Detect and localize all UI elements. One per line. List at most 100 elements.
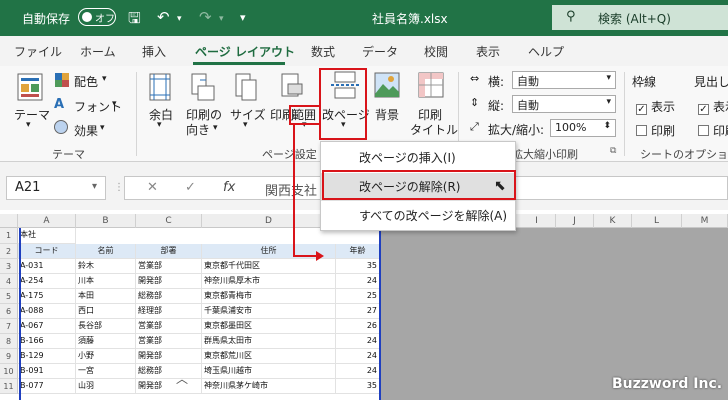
row-header[interactable]: 11 [0, 379, 18, 394]
margins-icon [149, 73, 171, 101]
orientation-dropdown-icon: ▾ [213, 123, 218, 133]
redo-icon[interactable]: ↷ [199, 8, 212, 26]
column-header[interactable]: L [632, 214, 682, 228]
autosave-label: 自動保存 [22, 12, 71, 26]
effects-label: 効果 [74, 124, 99, 138]
themes-label: テーマ [14, 108, 51, 122]
tab-view[interactable]: 表示 [476, 43, 500, 60]
row-header[interactable]: 4 [0, 274, 18, 289]
column-header[interactable]: K [594, 214, 632, 228]
worksheet-grid: A B C D E I J K L M 1 2 3 4 5 6 7 8 9 10… [0, 210, 728, 400]
tab-formulas[interactable]: 数式 [311, 43, 335, 60]
column-header[interactable]: J [556, 214, 594, 228]
drag-handle-icon[interactable]: ⋮ [114, 182, 124, 193]
row-header[interactable]: 8 [0, 334, 18, 349]
themes-group-label: テーマ [52, 148, 85, 161]
enter-icon[interactable]: ✓ [185, 180, 196, 195]
gridlines-print-checkbox[interactable]: 印刷 [636, 122, 675, 139]
headings-label: 見出し [694, 75, 728, 89]
row-header[interactable]: 6 [0, 304, 18, 319]
height-value: 自動 [517, 99, 539, 112]
empty-checkbox [698, 125, 709, 136]
effects-icon [54, 120, 68, 134]
row-header[interactable]: 7 [0, 319, 18, 334]
scale-label: 拡大/縮小: [488, 123, 545, 137]
height-select[interactable]: 自動 ▾ [512, 95, 616, 113]
print-titles-icon [418, 72, 444, 98]
size-icon [235, 73, 257, 101]
themes-icon [17, 73, 43, 101]
name-box[interactable]: A21 ▾ [6, 176, 106, 200]
cancel-icon[interactable]: ✕ [147, 180, 158, 195]
background-icon [374, 72, 400, 98]
width-select[interactable]: 自動 ▾ [512, 71, 616, 89]
tab-review[interactable]: 校閲 [424, 43, 448, 60]
themes-dropdown-icon: ▾ [26, 120, 31, 130]
orientation-icon [191, 73, 215, 101]
insert-page-break-item[interactable]: 改ページの挿入(I) [321, 144, 515, 172]
fonts-dropdown-icon: ▾ [112, 99, 117, 109]
scale-icon: ⤢ [470, 120, 479, 133]
scale-input[interactable]: 100% ⬍ [550, 119, 616, 137]
row-header[interactable]: 5 [0, 289, 18, 304]
headings-print-checkbox[interactable]: 印刷 [698, 122, 728, 139]
column-header[interactable]: M [682, 214, 728, 228]
column-header[interactable]: C [136, 214, 202, 228]
height-icon: ⇕ [470, 96, 480, 109]
colors-label: 配色 [74, 75, 99, 89]
tab-page-layout[interactable]: ページ レイアウト [195, 43, 295, 60]
resize-cursor-icon: ︿ [176, 372, 189, 386]
fonts-icon: A [54, 97, 65, 112]
headings-print-label: 印刷 [713, 124, 728, 138]
autosave-toggle[interactable]: オフ [78, 8, 116, 26]
redo-dropdown-icon[interactable]: ▾ [219, 14, 224, 24]
gridlines-view-checkbox[interactable]: ✓ 表示 [636, 98, 675, 115]
dialog-launcher-icon[interactable]: ⧉ [610, 146, 616, 156]
insert-function-icon[interactable]: fx [223, 180, 235, 195]
row-header[interactable]: 1 [0, 228, 18, 244]
effects-dropdown-icon: ▾ [100, 123, 105, 133]
search-icon: ⚲ [566, 9, 576, 24]
height-label: 縦: [488, 99, 505, 113]
checkmark-icon: ✓ [636, 104, 647, 115]
search-box[interactable]: ⚲ 検索 (Alt+Q) [552, 5, 728, 30]
column-header[interactable]: B [76, 214, 136, 228]
row-header[interactable]: 2 [0, 244, 18, 259]
chevron-down-icon: ▾ [606, 97, 611, 107]
reset-all-page-breaks-item[interactable]: すべての改ページを解除(A) [321, 202, 515, 230]
save-icon[interactable]: 🖫 [128, 8, 141, 33]
print-area-icon [281, 73, 303, 97]
chevron-down-icon: ▾ [606, 73, 611, 83]
row-header[interactable]: 10 [0, 364, 18, 379]
tab-insert[interactable]: 挿入 [142, 43, 166, 60]
gridlines-label: 枠線 [632, 75, 657, 89]
title-bar: 自動保存 オフ 🖫 ↶ ▾ ↷ ▾ ▾ 社員名簿.xlsx ⚲ 検索 (Alt+… [0, 0, 728, 36]
headings-view-checkbox[interactable]: ✓ 表示 [698, 98, 728, 115]
row-header[interactable]: 3 [0, 259, 18, 274]
select-all-corner[interactable] [0, 214, 18, 228]
tab-file[interactable]: ファイル [14, 43, 62, 60]
chevron-down-icon: ▾ [91, 181, 97, 192]
undo-icon[interactable]: ↶ [157, 8, 170, 26]
undo-dropdown-icon[interactable]: ▾ [177, 14, 182, 24]
colors-icon [55, 73, 69, 87]
orientation-label-2: 向き [186, 123, 211, 137]
checkmark-icon: ✓ [698, 104, 709, 115]
column-header[interactable]: I [518, 214, 556, 228]
row-header[interactable]: 9 [0, 349, 18, 364]
scale-value: 100% [555, 121, 587, 134]
tab-home[interactable]: ホーム [80, 43, 116, 60]
name-box-value: A21 [15, 180, 41, 195]
column-header[interactable]: A [18, 214, 76, 228]
width-value: 自動 [517, 75, 539, 88]
watermark: Buzzword Inc. [612, 376, 723, 392]
headings-view-label: 表示 [713, 100, 728, 114]
file-name: 社員名簿.xlsx [372, 12, 448, 26]
gridlines-print-label: 印刷 [651, 124, 676, 138]
margins-dropdown-icon: ▾ [157, 120, 162, 130]
page-break-preview-outside [380, 228, 728, 400]
tab-data[interactable]: データ [362, 43, 398, 60]
toggle-knob [82, 12, 92, 22]
tab-help[interactable]: ヘルプ [528, 43, 564, 60]
customize-qat-icon[interactable]: ▾ [240, 11, 246, 24]
